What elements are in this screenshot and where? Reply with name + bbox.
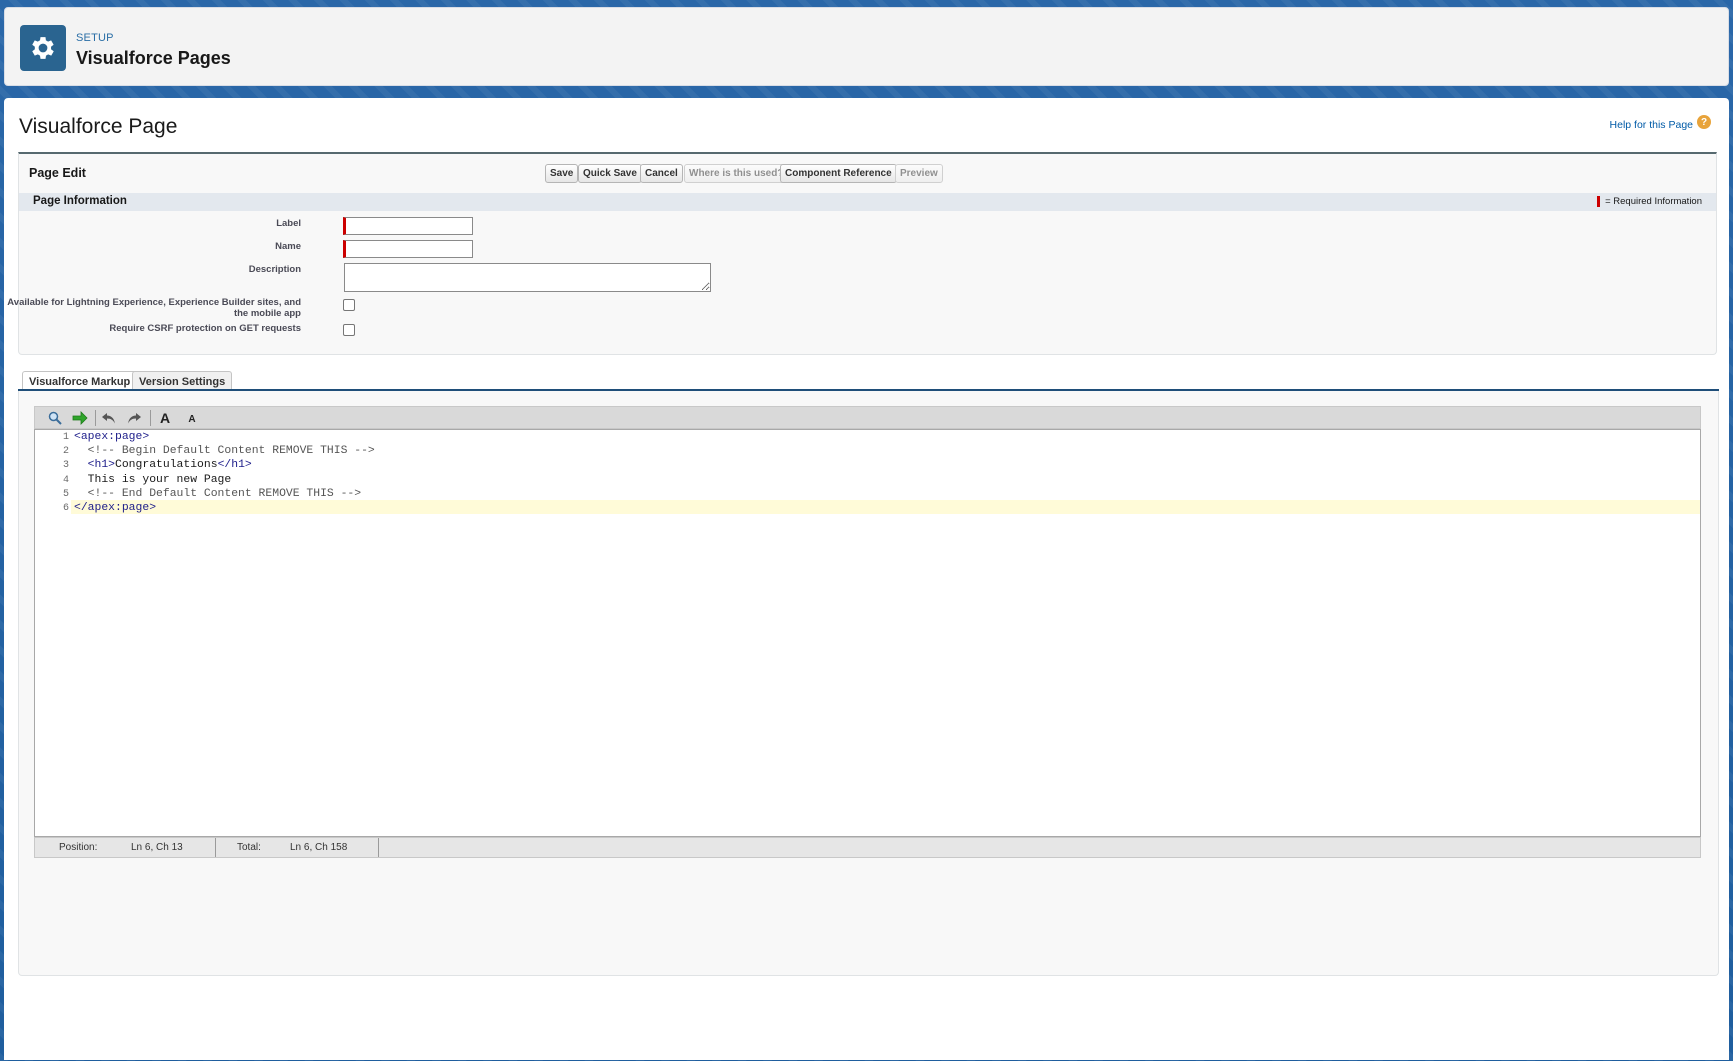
quick-save-button[interactable]: Quick Save [578, 164, 642, 183]
code-comment: <!-- End Default Content REMOVE THIS --> [74, 487, 362, 500]
section-title: Page Information [33, 195, 127, 207]
status-divider [215, 838, 216, 857]
available-lightning-checkbox[interactable] [343, 299, 355, 311]
toolbar-divider [150, 410, 151, 426]
line-number: 1 [62, 432, 69, 443]
code-line: <!-- Begin Default Content REMOVE THIS -… [74, 445, 375, 457]
description-field-label: Description [248, 264, 301, 275]
help-icon[interactable]: ? [1697, 115, 1711, 129]
component-reference-button[interactable]: Component Reference [780, 164, 897, 183]
where-used-button[interactable]: Where is this used? [684, 164, 789, 183]
line-number-gutter: 1 2 3 4 5 6 [35, 430, 70, 836]
search-icon[interactable] [45, 409, 65, 427]
name-field-label: Name [275, 241, 301, 252]
position-label: Position: [59, 842, 98, 853]
help-link[interactable]: Help for this Page [1610, 119, 1693, 131]
header-title: Visualforce Pages [76, 48, 231, 68]
total-label: Total: [237, 842, 261, 853]
position-value: Ln 6, Ch 13 [131, 842, 183, 853]
save-button[interactable]: Save [545, 164, 579, 183]
toolbar-divider [95, 410, 96, 426]
code-line: </apex:page> [74, 502, 156, 514]
markup-panel: A A 1 2 3 4 5 6 <apex:page> <!-- Begin Defaul… [18, 391, 1719, 976]
code-tag: </h1> [217, 459, 252, 472]
setup-header: SETUP Visualforce Pages [4, 7, 1729, 86]
label-input[interactable] [343, 217, 473, 235]
available-lightning-label-line1: Available for Lightning Experience, Expe… [7, 297, 301, 308]
redo-icon[interactable] [124, 409, 144, 427]
code-comment: <!-- Begin Default Content REMOVE THIS -… [74, 445, 375, 458]
current-line-highlight [71, 500, 1700, 514]
gear-icon [20, 25, 66, 71]
status-divider [378, 838, 379, 857]
line-number: 6 [62, 503, 69, 514]
line-number: 5 [62, 488, 69, 500]
main-content: Visualforce Page Help for this Page ? Pa… [4, 98, 1729, 1060]
cancel-button[interactable]: Cancel [640, 164, 683, 183]
code-line: <apex:page> [74, 431, 149, 443]
tab-version-settings[interactable]: Version Settings [132, 371, 233, 391]
code-text: Congratulations [115, 459, 218, 472]
code-line: <!-- End Default Content REMOVE THIS --> [74, 488, 361, 500]
line-number: 3 [62, 460, 69, 472]
description-textarea[interactable] [344, 263, 711, 292]
name-input[interactable] [343, 240, 473, 258]
increase-font-icon[interactable]: A [155, 409, 175, 427]
total-value: Ln 6, Ch 158 [290, 842, 348, 853]
editor-toolbar: A A [34, 406, 1701, 429]
page-edit-title: Page Edit [29, 166, 86, 180]
required-marker [1597, 196, 1600, 207]
line-number: 4 [62, 474, 69, 486]
code-tag: <apex:page> [74, 431, 150, 443]
preview-button[interactable]: Preview [895, 164, 943, 183]
line-number: 2 [62, 446, 69, 458]
csrf-checkbox[interactable] [343, 324, 355, 336]
available-lightning-label: Available for Lightning Experience, Expe… [1, 297, 301, 319]
csrf-label: Require CSRF protection on GET requests [109, 323, 301, 334]
header-eyebrow: SETUP [76, 32, 114, 44]
section-header: Page Information = Required Information [19, 193, 1716, 211]
page-edit-block: Page Edit Save Quick Save Cancel Where i… [7, 152, 1717, 355]
page-title: Visualforce Page [19, 115, 178, 138]
available-lightning-label-line2: the mobile app [233, 308, 301, 319]
code-tag: </apex:page> [74, 502, 157, 514]
label-field-label: Label [276, 218, 301, 229]
code-tag: <h1> [74, 459, 116, 472]
required-legend: = Required Information [1605, 196, 1702, 207]
editor-status-bar: Position: Ln 6, Ch 13 Total: Ln 6, Ch 15… [34, 837, 1701, 858]
code-line: <h1>Congratulations</h1> [74, 459, 252, 471]
code-line: This is your new Page [74, 473, 232, 486]
go-to-line-icon[interactable] [70, 409, 90, 427]
decrease-font-icon[interactable]: A [182, 409, 202, 427]
code-editor[interactable]: 1 2 3 4 5 6 <apex:page> <!-- Begin Default Co… [34, 429, 1701, 837]
undo-icon[interactable] [99, 409, 119, 427]
code-text: This is your new Page [74, 473, 232, 486]
